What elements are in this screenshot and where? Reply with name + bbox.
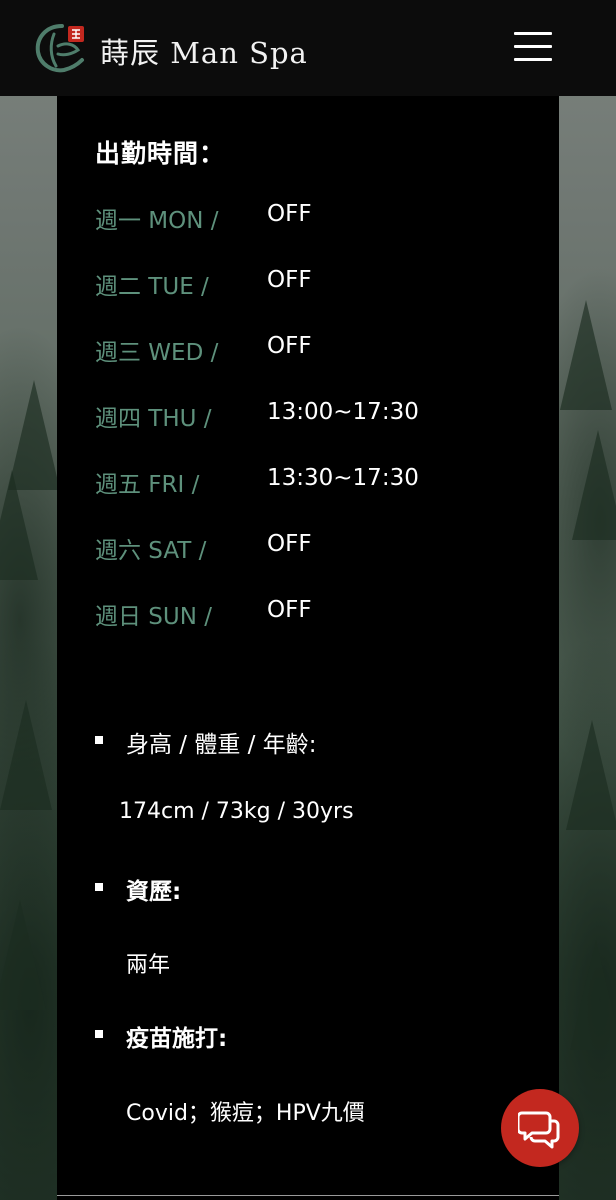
schedule-row-wed: 週三 WED / OFF: [95, 329, 535, 395]
day-hours: 13:30~17:30: [267, 465, 419, 491]
background-tree: [560, 300, 612, 410]
background-tree: [566, 720, 616, 830]
day-hours: OFF: [267, 597, 312, 623]
day-label: 週一 MON /: [95, 208, 219, 234]
day-label: 週五 FRI /: [95, 472, 200, 498]
day-label: 週二 TUE /: [95, 274, 209, 300]
day-label: 週四 THU /: [95, 406, 212, 432]
day-hours: 13:00~17:30: [267, 399, 419, 425]
schedule-row-sat: 週六 SAT / OFF: [95, 527, 535, 593]
chat-bubbles-icon: [518, 1111, 560, 1149]
brand-name[interactable]: 蒔辰 Man Spa: [100, 30, 308, 72]
day-hours: OFF: [267, 267, 312, 293]
day-hours: OFF: [267, 333, 312, 359]
schedule-row-mon: 週一 MON / OFF: [95, 197, 535, 263]
chat-button[interactable]: [501, 1089, 579, 1167]
bullet-icon: [95, 736, 103, 744]
background-tree: [0, 700, 52, 810]
experience-label: 資歷:: [126, 879, 182, 905]
day-hours: OFF: [267, 531, 312, 557]
schedule-title: 出勤時間：: [95, 139, 226, 168]
schedule-row-fri: 週五 FRI / 13:30~17:30: [95, 461, 535, 527]
schedule-row-tue: 週二 TUE / OFF: [95, 263, 535, 329]
schedule-row-thu: 週四 THU / 13:00~17:30: [95, 395, 535, 461]
vaccine-label: 疫苗施打:: [126, 1026, 228, 1052]
menu-bar: [514, 32, 552, 35]
background-tree: [570, 940, 616, 1050]
day-label: 週六 SAT /: [95, 538, 207, 564]
day-label: 週三 WED /: [95, 340, 219, 366]
brand-logo-icon[interactable]: [32, 20, 90, 76]
stats-label: 身高 / 體重 / 年齡:: [126, 732, 317, 758]
menu-bar: [514, 58, 552, 61]
day-label: 週日 SUN /: [95, 604, 213, 630]
background-tree: [0, 470, 38, 580]
day-hours: OFF: [267, 201, 312, 227]
experience-value: 兩年: [126, 953, 171, 978]
profile-panel: 出勤時間： 週一 MON / OFF 週二 TUE / OFF 週三 WED /…: [57, 96, 559, 1200]
bullet-icon: [95, 1030, 103, 1038]
site-header: 蒔辰 Man Spa: [0, 0, 616, 96]
menu-bar: [514, 45, 552, 48]
background-tree: [572, 430, 616, 540]
background-tree: [0, 900, 46, 1010]
divider: [57, 1195, 559, 1196]
vaccine-value: Covid；猴痘；HPV九價: [126, 1101, 365, 1126]
bullet-icon: [95, 883, 103, 891]
schedule-list: 週一 MON / OFF 週二 TUE / OFF 週三 WED / OFF 週…: [95, 197, 535, 659]
schedule-row-sun: 週日 SUN / OFF: [95, 593, 535, 659]
stats-value: 174cm / 73kg / 30yrs: [119, 799, 354, 824]
hamburger-menu-button[interactable]: [512, 28, 556, 64]
